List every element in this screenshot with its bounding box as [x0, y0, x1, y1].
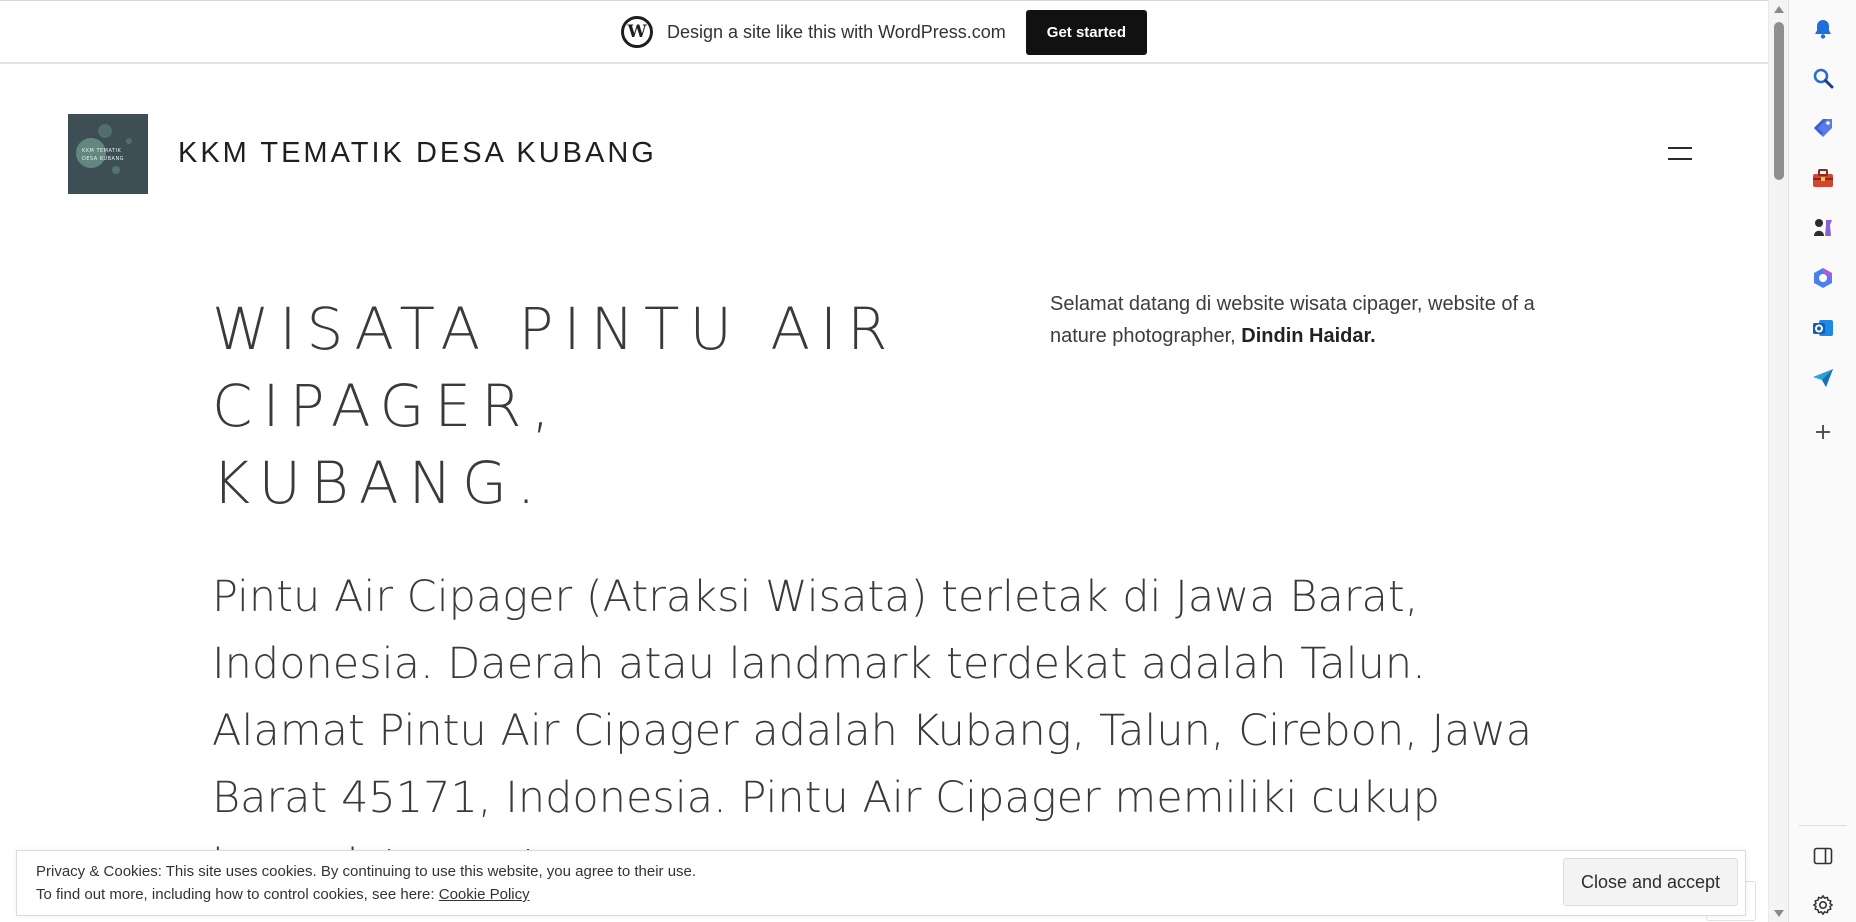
- bell-icon[interactable]: [1811, 17, 1835, 41]
- add-icon[interactable]: [1811, 420, 1835, 444]
- site-logo[interactable]: KKM TEMATIK DESA KUBANG: [68, 114, 148, 194]
- scroll-up-icon[interactable]: [1774, 6, 1784, 13]
- settings-icon[interactable]: [1811, 893, 1835, 917]
- intro-text: Selamat datang di website wisata cipager…: [1050, 293, 1535, 347]
- logo-text: KKM TEMATIK DESA KUBANG: [82, 148, 125, 162]
- scrollbar-thumb[interactable]: [1774, 22, 1784, 180]
- copilot-icon[interactable]: [1811, 266, 1835, 290]
- menu-hamburger-icon[interactable]: [1668, 144, 1692, 164]
- browser-side-panel: [1788, 0, 1856, 922]
- cookie-policy-link[interactable]: Cookie Policy: [439, 886, 530, 903]
- search-icon[interactable]: [1811, 66, 1835, 90]
- page-viewport: W Design a site like this with WordPress…: [0, 0, 1768, 922]
- outlook-icon[interactable]: [1811, 316, 1835, 340]
- get-started-button[interactable]: Get started: [1025, 9, 1147, 55]
- cookie-banner: Privacy & Cookies: This site uses cookie…: [16, 850, 1746, 916]
- side-panel-divider: [1799, 825, 1847, 826]
- cookie-text: Privacy & Cookies: This site uses cookie…: [36, 863, 697, 903]
- body-paragraph: Pintu Air Cipager (Atraksi Wisata) terle…: [212, 572, 1533, 890]
- promo-text: Design a site like this with WordPress.c…: [667, 21, 1006, 42]
- wordpress-promo-banner: W Design a site like this with WordPress…: [0, 2, 1768, 64]
- tag-icon[interactable]: [1811, 116, 1835, 140]
- chess-icon[interactable]: [1811, 216, 1835, 240]
- split-screen-icon[interactable]: [1811, 844, 1835, 868]
- close-and-accept-button[interactable]: Close and accept: [1563, 858, 1738, 906]
- page-scrollbar[interactable]: [1768, 0, 1788, 922]
- author-name: Dindin Haidar.: [1241, 325, 1376, 347]
- toolbox-icon[interactable]: [1811, 166, 1835, 190]
- page-title: WISATA PINTU AIR CIPAGER, KUBANG.: [212, 295, 898, 517]
- wordpress-logo-icon[interactable]: W: [621, 16, 653, 48]
- scroll-down-icon[interactable]: [1774, 910, 1784, 917]
- send-icon[interactable]: [1811, 366, 1835, 390]
- site-title[interactable]: KKM TEMATIK DESA KUBANG: [178, 137, 657, 169]
